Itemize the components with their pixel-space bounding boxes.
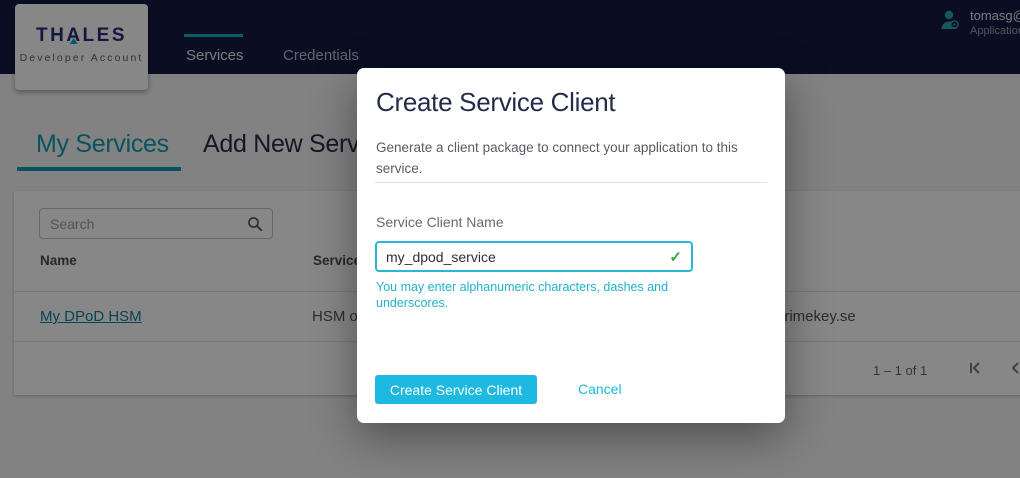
service-client-name-label: Service Client Name <box>376 214 504 230</box>
cancel-button[interactable]: Cancel <box>578 375 622 404</box>
service-client-name-input[interactable] <box>386 244 656 269</box>
app-window: Services Credentials tomasg@ Application… <box>0 0 1020 478</box>
dialog-title: Create Service Client <box>376 87 615 118</box>
service-client-name-box: ✓ <box>375 241 693 272</box>
dialog-divider <box>375 182 767 183</box>
create-service-client-dialog: Create Service Client Generate a client … <box>357 68 785 423</box>
valid-check-icon: ✓ <box>669 248 682 266</box>
create-service-client-button[interactable]: Create Service Client <box>375 375 537 404</box>
field-helper-text: You may enter alphanumeric characters, d… <box>376 279 678 311</box>
dialog-description: Generate a client package to connect you… <box>376 137 758 179</box>
